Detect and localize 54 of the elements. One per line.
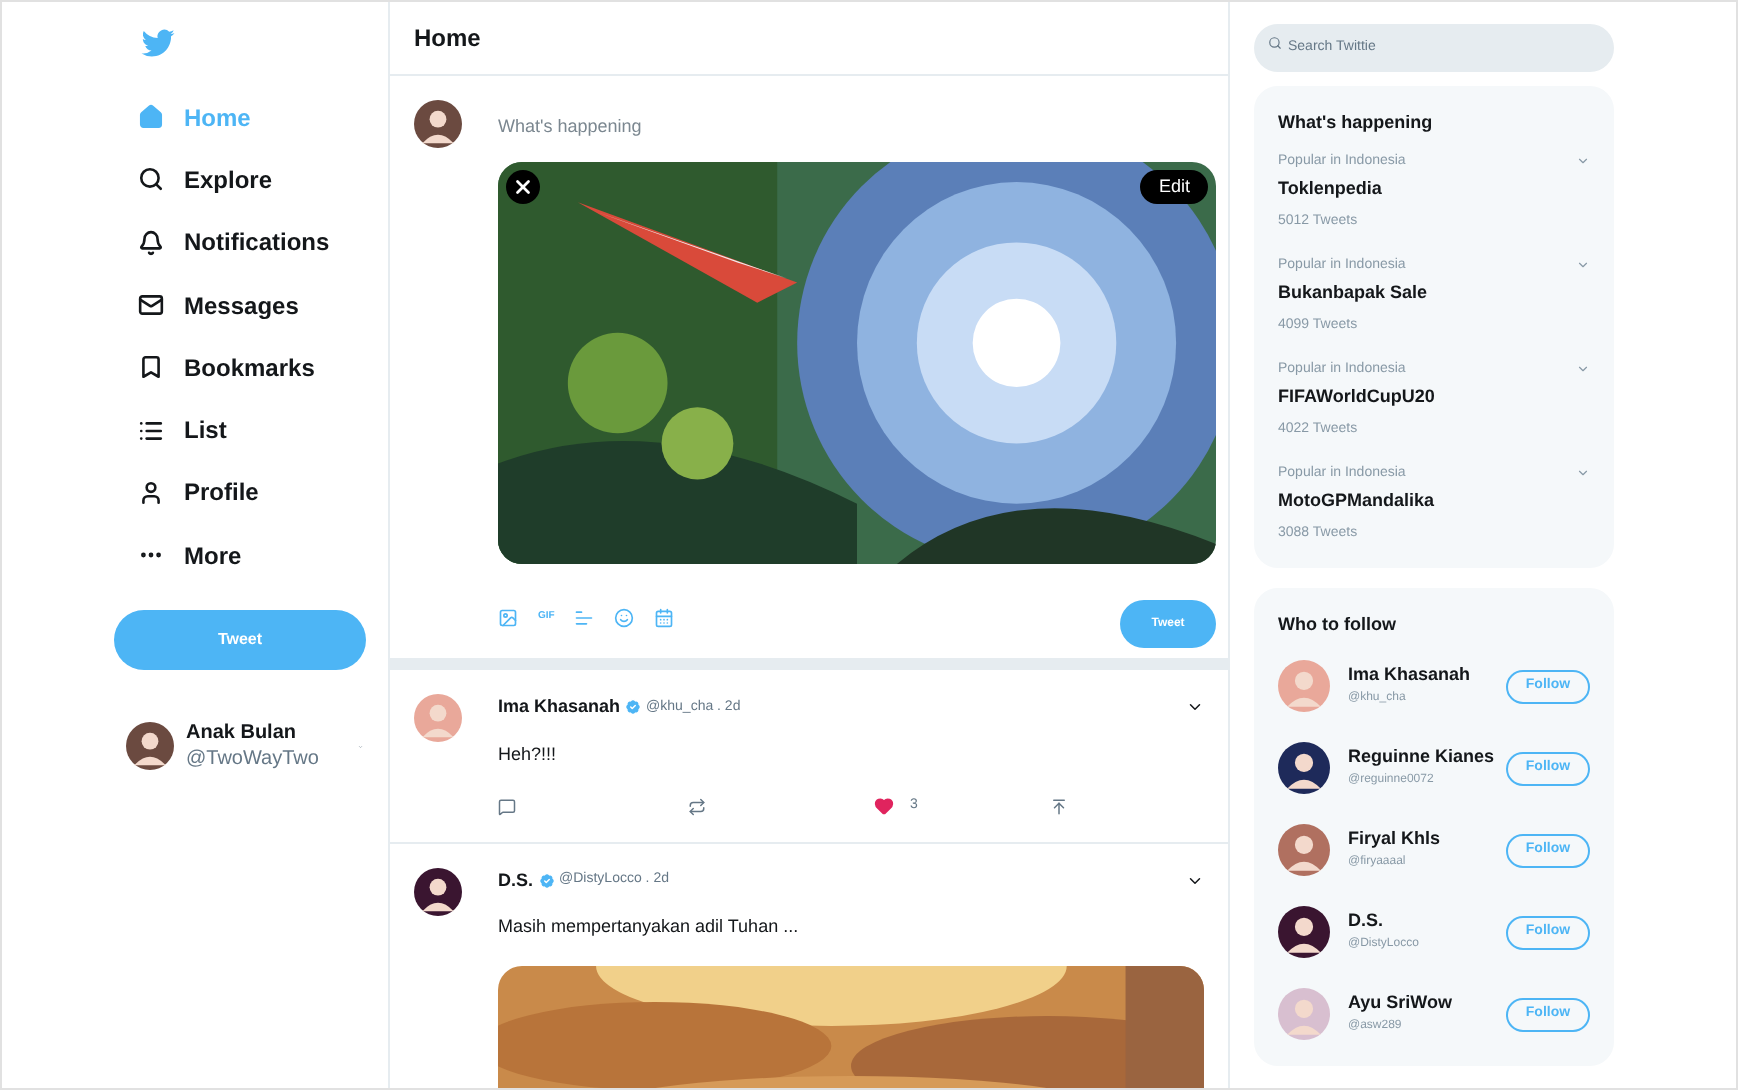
person-icon bbox=[138, 479, 164, 506]
nav-item[interactable]: Explore bbox=[114, 148, 364, 212]
nav-item[interactable]: Messages bbox=[114, 273, 364, 337]
nav-item[interactable]: Profile bbox=[114, 461, 364, 525]
list-icon bbox=[138, 417, 164, 444]
avatar bbox=[126, 722, 174, 771]
nav-item[interactable]: Notifications bbox=[114, 211, 364, 274]
user-name[interactable]: Firyal Khls bbox=[1348, 826, 1441, 850]
account-name: Anak Bulan bbox=[186, 720, 299, 747]
user-name[interactable]: Ayu SriWow bbox=[1348, 990, 1453, 1014]
close-icon bbox=[512, 176, 534, 198]
bookmark-icon bbox=[138, 354, 164, 381]
tweet-text: Heh?!!! bbox=[498, 741, 559, 767]
avatar bbox=[1278, 742, 1330, 794]
emoji-icon[interactable] bbox=[614, 608, 635, 628]
bird-logo-icon[interactable] bbox=[140, 26, 176, 62]
nav-item[interactable]: More bbox=[114, 524, 364, 587]
avatar bbox=[1278, 660, 1330, 712]
image-icon[interactable] bbox=[498, 608, 518, 628]
avatar bbox=[414, 100, 462, 148]
trend-topic: MotoGPMandalika bbox=[1278, 488, 1437, 514]
tweet-text: Masih mempertanyakan adil Tuhan ... bbox=[498, 914, 801, 940]
calendar-icon[interactable] bbox=[654, 608, 675, 628]
user-name[interactable]: Reguinne Kianes bbox=[1348, 744, 1495, 768]
bell-icon bbox=[138, 229, 164, 256]
user-name[interactable]: D.S. bbox=[1348, 908, 1419, 932]
home-icon bbox=[138, 104, 164, 131]
section-title: Who to follow bbox=[1278, 612, 1398, 638]
poll-icon[interactable] bbox=[574, 608, 595, 628]
author-name[interactable]: Ima Khasanah bbox=[498, 694, 621, 721]
search-icon bbox=[138, 166, 164, 193]
account-handle: @TwoWayTwo bbox=[186, 746, 319, 773]
compose-field[interactable]: What's happening bbox=[498, 100, 1216, 150]
user-name[interactable]: Ima Khasanah bbox=[1348, 662, 1471, 686]
author-name[interactable]: D.S. bbox=[498, 867, 534, 894]
avatar bbox=[414, 867, 462, 915]
share-icon[interactable] bbox=[1049, 797, 1068, 816]
nav-item[interactable]: List bbox=[114, 398, 364, 462]
reply-icon[interactable] bbox=[498, 797, 516, 816]
page-title: Home bbox=[414, 22, 481, 56]
envelope-icon bbox=[138, 292, 164, 319]
avatar bbox=[1278, 988, 1330, 1040]
trend-topic: Toklenpedia bbox=[1278, 176, 1384, 202]
heart-icon[interactable] bbox=[874, 796, 894, 817]
avatar bbox=[414, 694, 462, 742]
trend-topic: FIFAWorldCupU20 bbox=[1278, 384, 1437, 410]
avatar bbox=[1278, 824, 1330, 876]
trend-topic: Bukanbapak Sale bbox=[1278, 280, 1430, 306]
retweet-icon[interactable] bbox=[688, 797, 706, 816]
section-title: What's happening bbox=[1278, 110, 1435, 136]
edit-button[interactable]: Edit bbox=[1140, 170, 1208, 204]
avatar bbox=[1278, 906, 1330, 958]
nav-item[interactable]: Bookmarks bbox=[114, 336, 364, 399]
search-icon bbox=[1268, 35, 1282, 49]
